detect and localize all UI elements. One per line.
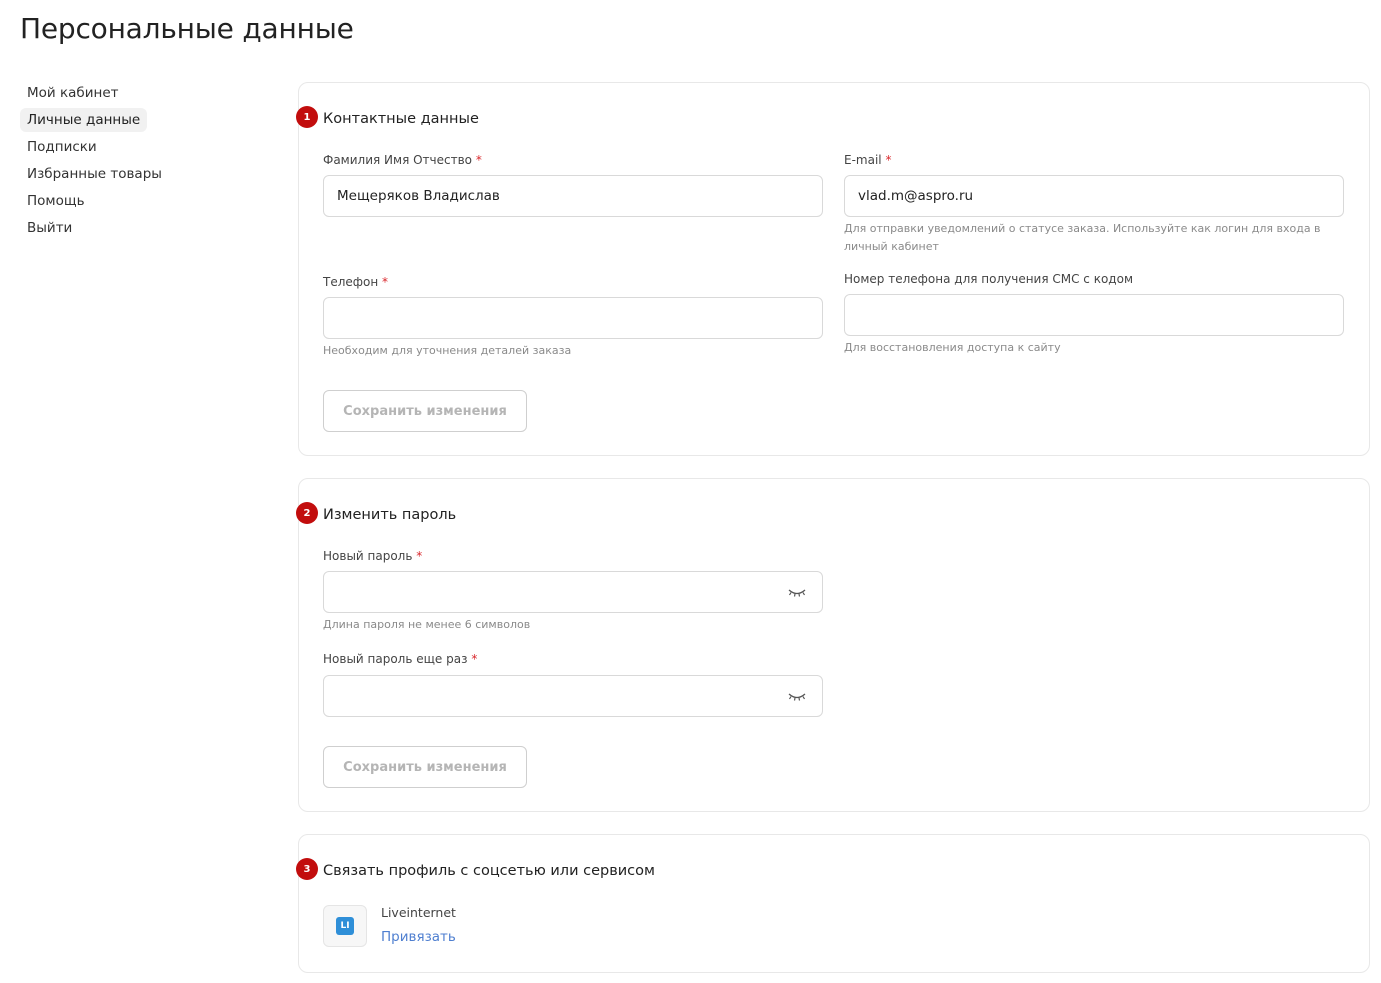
new-password-hint: Длина пароля не менее 6 символов <box>323 618 531 631</box>
password-save-button[interactable]: Сохранить изменения <box>323 746 527 788</box>
page-title: Персональные данные <box>20 12 354 45</box>
contacts-save-button[interactable]: Сохранить изменения <box>323 390 527 432</box>
step-badge: 1 <box>296 106 318 128</box>
social-title: Связать профиль с соцсетью или сервисом <box>323 863 655 879</box>
sms-phone-label: Номер телефона для получения СМС с кодом <box>844 272 1134 286</box>
sidebar-item-my-cabinet[interactable]: Мой кабинет <box>20 81 126 105</box>
sidebar-item-logout[interactable]: Выйти <box>20 216 79 240</box>
fio-label: Фамилия Имя Отчество * <box>323 153 482 167</box>
password-card: 2 Изменить пароль Новый пароль * Длина п… <box>296 478 1370 812</box>
repeat-password-input[interactable] <box>323 675 823 717</box>
phone-hint: Необходим для уточнения деталей заказа <box>323 344 572 357</box>
email-label: E-mail * <box>844 153 892 167</box>
step-badge: 2 <box>296 502 318 524</box>
new-password-input[interactable] <box>323 571 823 613</box>
social-card: 3 Связать профиль с соцсетью или сервисо… <box>296 834 1370 973</box>
email-input[interactable] <box>844 175 1344 217</box>
sidebar-item-help[interactable]: Помощь <box>20 189 92 213</box>
step-badge: 3 <box>296 858 318 880</box>
phone-input[interactable] <box>323 297 823 339</box>
sidebar-item-subscriptions[interactable]: Подписки <box>20 135 104 159</box>
sms-phone-input[interactable] <box>844 294 1344 336</box>
liveinternet-icon: LI <box>336 917 354 935</box>
new-password-label: Новый пароль * <box>323 549 423 563</box>
repeat-password-label: Новый пароль еще раз * <box>323 652 478 666</box>
sidebar-item-favorites[interactable]: Избранные товары <box>20 162 169 186</box>
link-service-button[interactable]: Привязать <box>381 929 456 945</box>
sidebar-item-personal-data[interactable]: Личные данные <box>20 108 148 132</box>
fio-input[interactable] <box>323 175 823 217</box>
email-hint: Для отправки уведомлений о статусе заказ… <box>844 222 1321 253</box>
sidebar-nav: Мой кабинет Личные данные Подписки Избра… <box>20 81 200 243</box>
phone-label: Телефон * <box>323 275 389 289</box>
service-icon-box[interactable]: LI <box>323 905 367 947</box>
contacts-title: Контактные данные <box>323 111 479 127</box>
eye-closed-icon[interactable] <box>788 588 806 598</box>
contacts-card: 1 Контактные данные Фамилия Имя Отчество… <box>296 82 1370 456</box>
eye-closed-icon[interactable] <box>788 692 806 702</box>
password-title: Изменить пароль <box>323 507 457 523</box>
service-name: Liveinternet <box>381 905 456 920</box>
sms-phone-hint: Для восстановления доступа к сайту <box>844 341 1061 354</box>
